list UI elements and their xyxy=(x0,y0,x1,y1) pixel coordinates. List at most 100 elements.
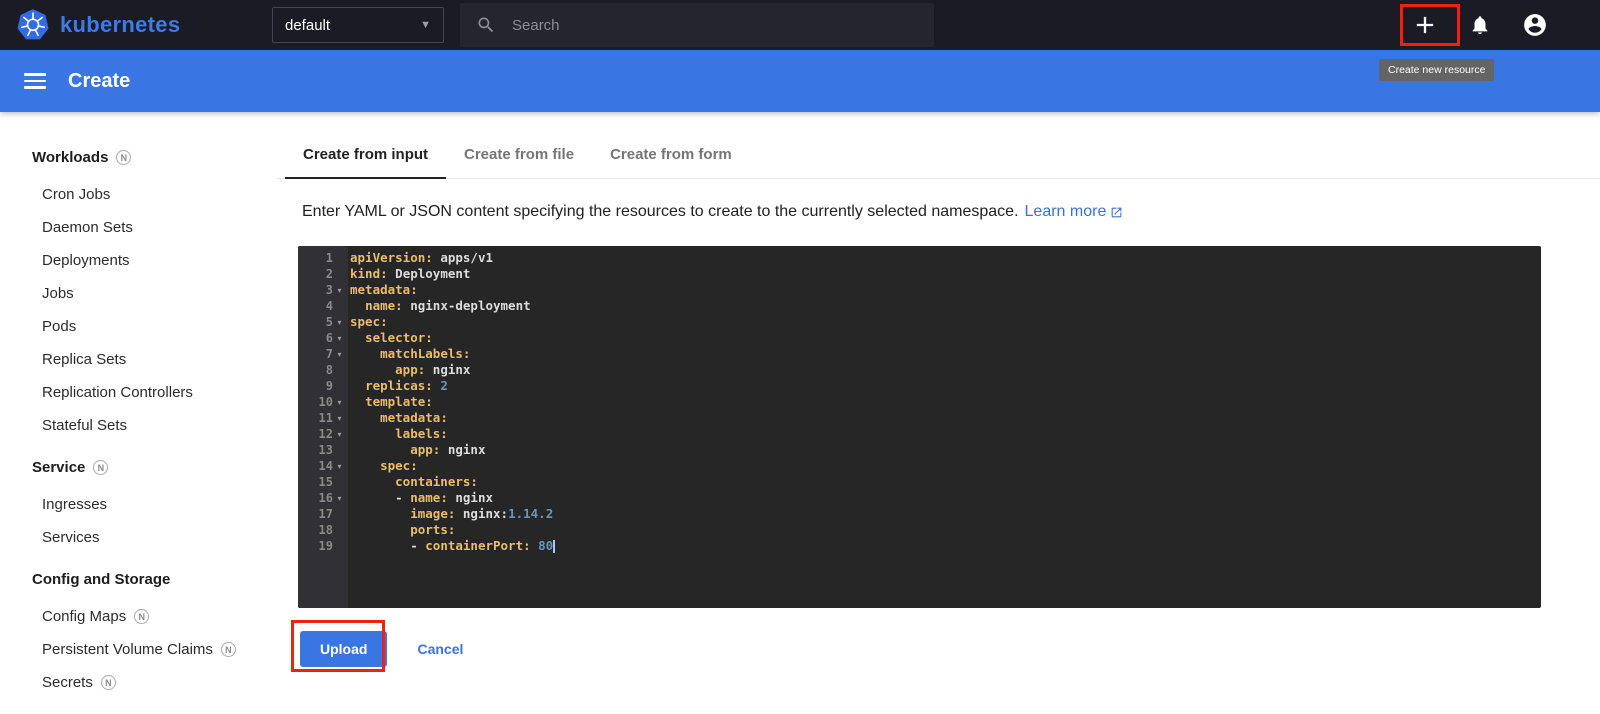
sidebar-item-services[interactable]: Services xyxy=(0,521,277,554)
sidebar-section-service: Service N xyxy=(0,447,277,488)
code-line[interactable]: metadata: xyxy=(350,282,1541,298)
namespaced-badge: N xyxy=(93,460,109,475)
namespaced-badge: N xyxy=(116,150,132,165)
tab-create-from-form[interactable]: Create from form xyxy=(592,131,750,178)
namespace-value: default xyxy=(285,16,331,34)
create-tooltip: Create new resource xyxy=(1379,59,1495,81)
line-number[interactable]: 10 ▾ xyxy=(298,394,348,410)
line-number[interactable]: 3 ▾ xyxy=(298,282,348,298)
line-number: 17 xyxy=(318,507,333,521)
line-number: 2 xyxy=(325,267,333,281)
sidebar-nav: Workloads N Cron Jobs Daemon Sets Deployment… xyxy=(0,112,277,714)
namespaced-badge: N xyxy=(100,675,116,690)
code-line[interactable]: labels: xyxy=(350,426,1541,442)
code-line[interactable]: name: nginx-deployment xyxy=(350,298,1541,314)
fold-caret-icon[interactable]: ▾ xyxy=(333,318,346,327)
line-number[interactable]: 6 ▾ xyxy=(298,330,348,346)
code-line[interactable]: containers: xyxy=(350,474,1541,490)
code-line[interactable]: selector: xyxy=(350,330,1541,346)
line-number: 18 xyxy=(318,523,333,537)
code-line[interactable]: app: nginx xyxy=(350,362,1541,378)
sidebar-item-stateful-sets[interactable]: Stateful Sets xyxy=(0,409,277,442)
sidebar-item-jobs[interactable]: Jobs xyxy=(0,277,277,310)
description-text: Enter YAML or JSON content specifying th… xyxy=(302,203,1019,220)
fold-caret-icon[interactable]: ▾ xyxy=(333,398,346,407)
code-line[interactable]: app: nginx xyxy=(350,442,1541,458)
upload-button[interactable]: Upload xyxy=(300,631,388,667)
menu-icon[interactable] xyxy=(24,73,46,89)
page-header: Create xyxy=(0,50,1600,112)
code-line[interactable]: matchLabels: xyxy=(350,346,1541,362)
cancel-button[interactable]: Cancel xyxy=(417,641,463,657)
fold-caret-icon[interactable]: ▾ xyxy=(333,414,346,423)
code-line[interactable]: metadata: xyxy=(350,410,1541,426)
code-line[interactable]: apiVersion: apps/v1 xyxy=(350,250,1541,266)
bell-icon xyxy=(1469,14,1491,36)
editor-code[interactable]: apiVersion: apps/v1 kind: Deployment metad… xyxy=(348,246,1541,608)
brand: kubernetes xyxy=(16,8,272,42)
fold-caret-icon[interactable]: ▾ xyxy=(333,462,346,471)
fold-caret-icon[interactable]: ▾ xyxy=(333,430,346,439)
account-circle-icon xyxy=(1522,12,1548,38)
sidebar-item-daemon-sets[interactable]: Daemon Sets xyxy=(0,211,277,244)
topbar-actions xyxy=(1408,8,1600,42)
namespaced-badge: N xyxy=(220,642,236,657)
fold-caret-icon[interactable]: ▾ xyxy=(333,286,346,295)
code-line[interactable]: kind: Deployment xyxy=(350,266,1541,282)
sidebar-item-replication-controllers[interactable]: Replication Controllers xyxy=(0,376,277,409)
fold-caret-icon[interactable]: ▾ xyxy=(333,494,346,503)
sidebar-item-cron-jobs[interactable]: Cron Jobs xyxy=(0,178,277,211)
yaml-editor[interactable]: 1 2 3 ▾ 4 5 ▾ 6 ▾ 7 ▾ 8 9 10 ▾ 11 ▾ 12 ▾ 13 14 ▾ 15 16 ▾ 17 18 19 a… xyxy=(298,246,1541,608)
namespace-select[interactable]: default ▼ xyxy=(272,7,444,43)
fold-caret-icon[interactable]: ▾ xyxy=(333,350,346,359)
learn-more-link[interactable]: Learn more xyxy=(1025,203,1124,221)
tab-create-from-file[interactable]: Create from file xyxy=(446,131,592,178)
line-number[interactable]: 7 ▾ xyxy=(298,346,348,362)
create-resource-button[interactable] xyxy=(1408,8,1442,42)
form-actions: Upload Cancel xyxy=(300,631,1600,667)
notifications-button[interactable] xyxy=(1463,8,1497,42)
line-number: 4 xyxy=(325,299,333,313)
code-line[interactable]: image: nginx:1.14.2 xyxy=(350,506,1541,522)
account-button[interactable] xyxy=(1518,8,1552,42)
line-number[interactable]: 11 ▾ xyxy=(298,410,348,426)
code-line[interactable]: - name: nginx xyxy=(350,490,1541,506)
line-number[interactable]: 14 ▾ xyxy=(298,458,348,474)
code-line[interactable]: replicas: 2 xyxy=(350,378,1541,394)
text-cursor xyxy=(553,540,556,553)
code-line[interactable]: spec: xyxy=(350,314,1541,330)
tab-create-from-input[interactable]: Create from input xyxy=(285,131,447,179)
sidebar-item-replica-sets[interactable]: Replica Sets xyxy=(0,343,277,376)
sidebar-item-deployments[interactable]: Deployments xyxy=(0,244,277,277)
line-number[interactable]: 12 ▾ xyxy=(298,426,348,442)
kubernetes-logo-icon xyxy=(16,8,50,42)
line-number: 13 xyxy=(318,443,333,457)
tab-bar: Create from input Create from file Create … xyxy=(277,131,1600,179)
sidebar-item-ingresses[interactable]: Ingresses xyxy=(0,488,277,521)
line-number: 19 xyxy=(318,539,333,553)
topbar: kubernetes default ▼ xyxy=(0,0,1600,50)
code-line[interactable]: template: xyxy=(350,394,1541,410)
sidebar-item-persistent-volume-claims[interactable]: Persistent Volume Claims N xyxy=(0,633,277,666)
line-number: 15 xyxy=(318,475,333,489)
line-number: 9 xyxy=(325,379,333,393)
line-number[interactable]: 5 ▾ xyxy=(298,314,348,330)
sidebar-item-pods[interactable]: Pods xyxy=(0,310,277,343)
fold-caret-icon[interactable]: ▾ xyxy=(333,334,346,343)
page-title: Create xyxy=(68,69,131,92)
search-input[interactable] xyxy=(512,16,892,34)
code-line[interactable]: - containerPort: 80 xyxy=(350,538,1541,554)
chevron-down-icon: ▼ xyxy=(420,19,431,31)
line-number[interactable]: 16 ▾ xyxy=(298,490,348,506)
sidebar-section-workloads: Workloads N xyxy=(0,137,277,178)
line-number: 1 xyxy=(325,251,333,265)
sidebar-item-config-maps[interactable]: Config Maps N xyxy=(0,600,277,633)
line-number: 8 xyxy=(325,363,333,377)
search-bar[interactable] xyxy=(460,3,934,47)
sidebar-section-config-and-storage: Config and Storage xyxy=(32,571,171,588)
sidebar-item-secrets[interactable]: Secrets N xyxy=(0,666,277,699)
code-line[interactable]: ports: xyxy=(350,522,1541,538)
main-content: Create from input Create from file Create … xyxy=(277,112,1600,714)
code-line[interactable]: spec: xyxy=(350,458,1541,474)
external-link-icon xyxy=(1110,206,1123,219)
